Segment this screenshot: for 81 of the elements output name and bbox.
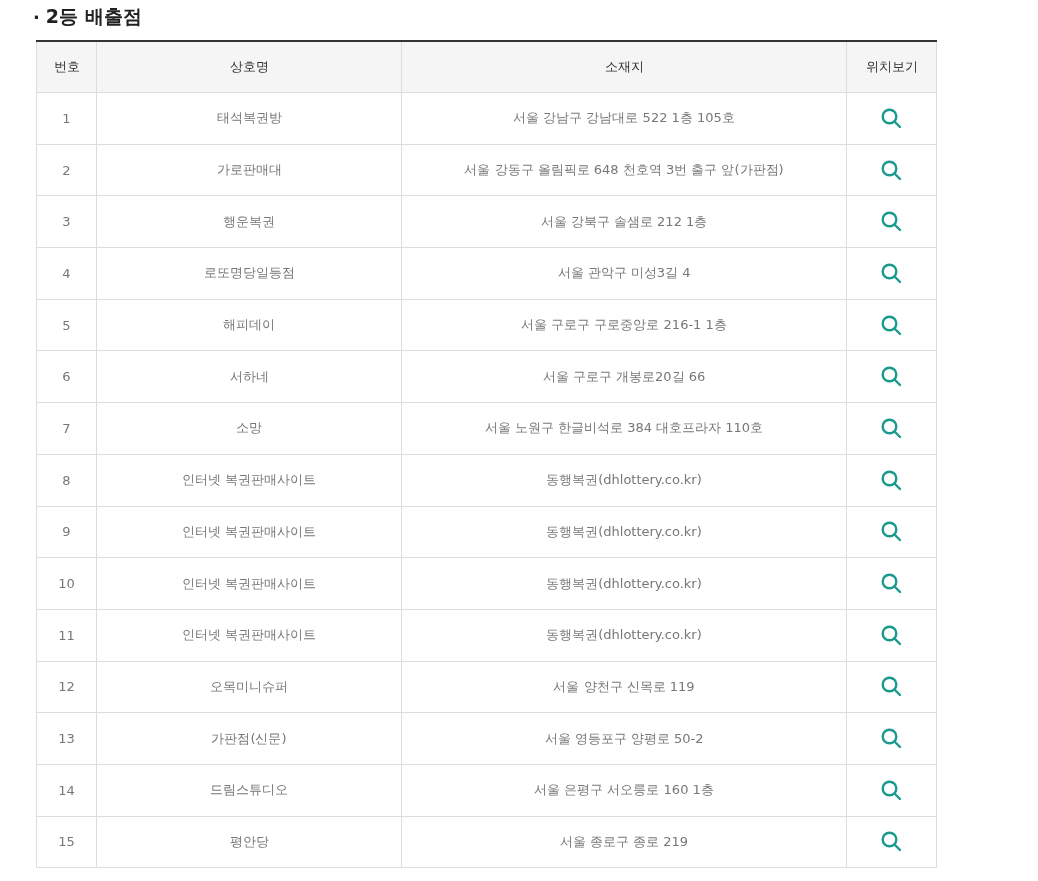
bullet-mark: · xyxy=(33,6,40,28)
search-icon xyxy=(881,366,902,388)
table-cell: 12 xyxy=(36,661,97,713)
table-cell: 로또명당일등점 xyxy=(96,247,402,300)
table-cell: 2 xyxy=(36,144,97,196)
table-cell: 11 xyxy=(36,609,97,662)
table-cell: 해피데이 xyxy=(96,299,402,351)
table-cell: 가로판매대 xyxy=(96,144,402,196)
view-location-button[interactable] xyxy=(881,159,902,181)
table-cell: 1 xyxy=(36,92,97,145)
table-cell: 인터넷 복권판매사이트 xyxy=(96,609,402,662)
table-cell: 서울 구로구 개봉로20길 66 xyxy=(401,350,847,403)
table-cell: 가판점(신문) xyxy=(96,712,402,765)
table-cell: 태석복권방 xyxy=(96,92,402,145)
view-location-button[interactable] xyxy=(881,573,902,595)
table-cell: 서울 강남구 강남대로 522 1층 105호 xyxy=(401,92,847,145)
table-cell: 서울 영등포구 양평로 50-2 xyxy=(401,712,847,765)
view-location-button[interactable] xyxy=(881,107,902,129)
search-icon xyxy=(881,521,902,543)
table-cell: 서울 양천구 신목로 119 xyxy=(401,661,847,713)
table-cell: 3 xyxy=(36,195,97,248)
search-icon xyxy=(881,262,902,284)
search-icon xyxy=(881,107,902,129)
table-cell: 인터넷 복권판매사이트 xyxy=(96,557,402,610)
search-icon xyxy=(881,417,902,439)
table-cell: 서울 은평구 서오릉로 160 1층 xyxy=(401,764,847,817)
column-header: 상호명 xyxy=(96,41,402,93)
table-cell: 5 xyxy=(36,299,97,351)
table-cell: 평안당 xyxy=(96,816,402,868)
table-cell: 오목미니슈퍼 xyxy=(96,661,402,713)
table-cell: 서하네 xyxy=(96,350,402,403)
table-cell: 서울 노원구 한글비석로 384 대호프라자 110호 xyxy=(401,402,847,455)
table-cell: 14 xyxy=(36,764,97,817)
table-cell: 동행복권(dhlottery.co.kr) xyxy=(401,609,847,662)
column-header: 소재지 xyxy=(401,41,847,93)
table-cell: 9 xyxy=(36,506,97,558)
table-cell: 행운복권 xyxy=(96,195,402,248)
search-icon xyxy=(881,159,902,181)
section-title: 2등 배출점 xyxy=(45,4,142,29)
table-cell: 인터넷 복권판매사이트 xyxy=(96,506,402,558)
table-cell: 동행복권(dhlottery.co.kr) xyxy=(401,557,847,610)
view-location-button[interactable] xyxy=(881,417,902,439)
search-icon xyxy=(881,728,902,750)
table-cell: 6 xyxy=(36,350,97,403)
search-icon xyxy=(881,624,902,646)
view-location-button[interactable] xyxy=(881,624,902,646)
search-icon xyxy=(881,211,902,233)
view-location-button[interactable] xyxy=(881,211,902,233)
view-location-button[interactable] xyxy=(881,262,902,284)
view-location-button[interactable] xyxy=(881,676,902,698)
view-location-button[interactable] xyxy=(881,469,902,491)
table-cell: 인터넷 복권판매사이트 xyxy=(96,454,402,506)
table-cell: 서울 종로구 종로 219 xyxy=(401,816,847,868)
table-cell: 13 xyxy=(36,712,97,765)
table-cell: 4 xyxy=(36,247,97,300)
table-cell: 드림스튜디오 xyxy=(96,764,402,817)
table-cell: 10 xyxy=(36,557,97,610)
table-cell: 서울 구로구 구로중앙로 216-1 1층 xyxy=(401,299,847,351)
search-icon xyxy=(881,676,902,698)
view-location-button[interactable] xyxy=(881,314,902,336)
search-icon xyxy=(881,469,902,491)
view-location-button[interactable] xyxy=(881,779,902,801)
column-header: 위치보기 xyxy=(846,41,937,93)
view-location-button[interactable] xyxy=(881,831,902,853)
search-icon xyxy=(881,779,902,801)
table-cell: 7 xyxy=(36,402,97,455)
table-cell: 서울 강동구 올림픽로 648 천호역 3번 출구 앞(가판점) xyxy=(401,144,847,196)
view-location-button[interactable] xyxy=(881,366,902,388)
search-icon xyxy=(881,831,902,853)
table-cell: 서울 관악구 미성3길 4 xyxy=(401,247,847,300)
view-location-button[interactable] xyxy=(881,521,902,543)
view-location-button[interactable] xyxy=(881,728,902,750)
table-cell: 15 xyxy=(36,816,97,868)
search-icon xyxy=(881,314,902,336)
table-cell: 8 xyxy=(36,454,97,506)
search-icon xyxy=(881,573,902,595)
table-cell: 서울 강북구 솔샘로 212 1층 xyxy=(401,195,847,248)
table-cell: 소망 xyxy=(96,402,402,455)
table-cell: 동행복권(dhlottery.co.kr) xyxy=(401,506,847,558)
column-header: 번호 xyxy=(36,41,97,93)
table-cell: 동행복권(dhlottery.co.kr) xyxy=(401,454,847,506)
